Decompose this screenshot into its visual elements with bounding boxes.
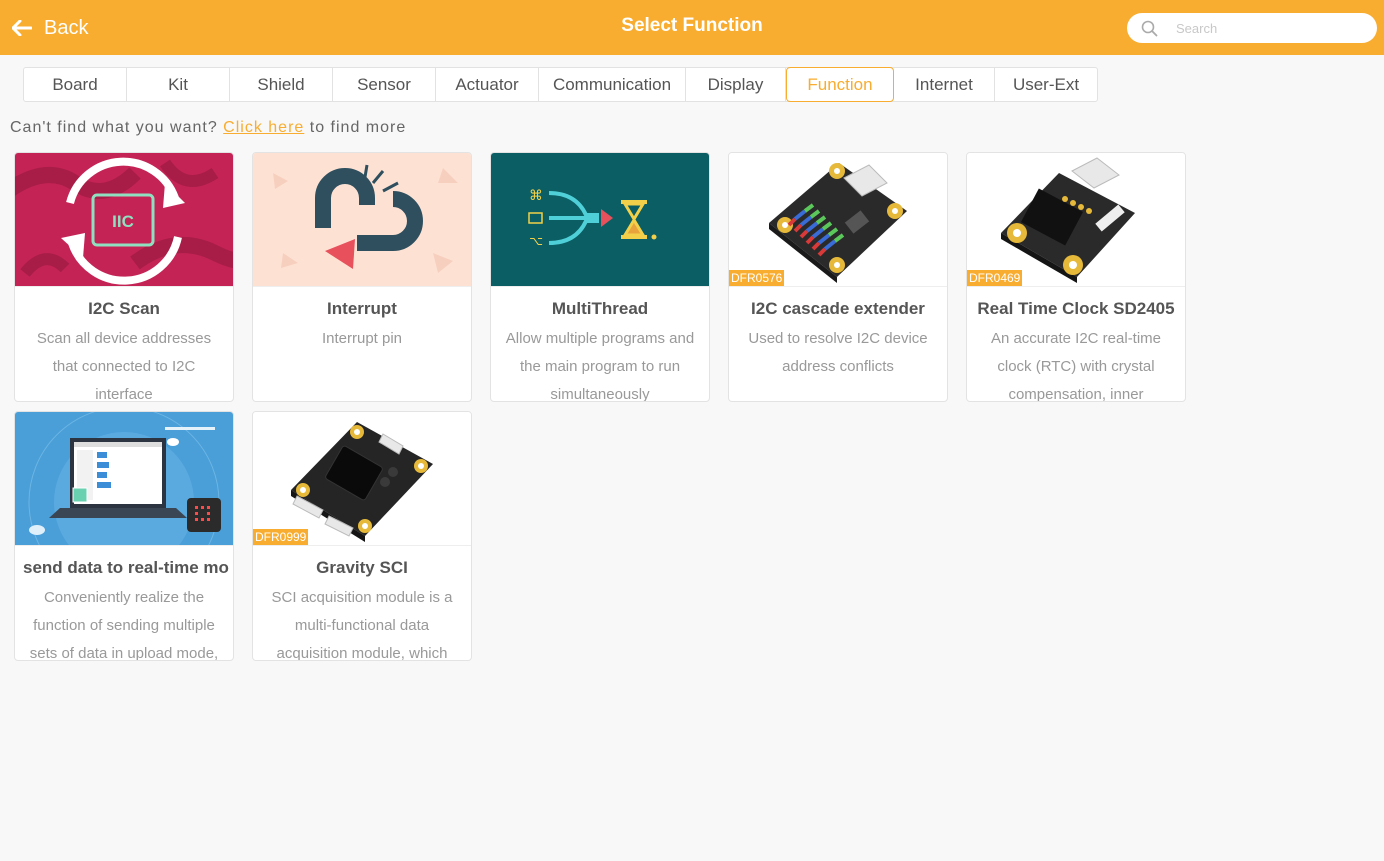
card-image: [253, 153, 471, 287]
card-description: An accurate I2C real-time clock (RTC) wi…: [990, 330, 1162, 402]
interrupt-illustration: [253, 153, 471, 286]
hint-text: Can't find what you want? Click here to …: [10, 119, 406, 137]
search-input[interactable]: [1176, 20, 1366, 36]
card-description: Conveniently realize the function of sen…: [29, 589, 219, 661]
tab-user-ext[interactable]: User-Ext: [995, 68, 1097, 101]
tab-sensor[interactable]: Sensor: [333, 68, 436, 101]
arrow-left-icon: [12, 20, 32, 36]
product-code-badge: DFR0576: [729, 270, 785, 286]
card-title: Real Time Clock SD2405: [977, 299, 1175, 318]
svg-text:IIC: IIC: [112, 212, 134, 231]
tab-internet[interactable]: Internet: [894, 68, 995, 101]
card-multithread[interactable]: ⌘ ⌥ MultiThread Allow multiple programs …: [490, 152, 710, 402]
card-title: I2C cascade extender: [751, 299, 925, 318]
card-i2c-cascade-extender[interactable]: DFR0576 I2C cascade extender Used to res…: [728, 152, 948, 402]
search-box[interactable]: [1127, 13, 1377, 43]
card-image: DFR0999: [253, 412, 471, 546]
card-real-time-clock[interactable]: DFR0469 Real Time Clock SD2405 An accura…: [966, 152, 1186, 402]
i2c-extender-board-photo: [729, 153, 947, 286]
svg-text:⌥: ⌥: [529, 234, 543, 248]
card-image: ⌘ ⌥: [491, 153, 709, 287]
card-title: send data to real-time mo: [23, 558, 229, 577]
card-title: MultiThread: [551, 299, 649, 318]
card-image: DFR0576: [729, 153, 947, 287]
category-tabs: Board Kit Shield Sensor Actuator Communi…: [23, 67, 1098, 102]
card-interrupt[interactable]: Interrupt Interrupt pin: [252, 152, 472, 402]
card-send-data-realtime[interactable]: send data to real-time mo Conveniently r…: [14, 411, 234, 661]
top-bar: Back Select Function: [0, 0, 1384, 55]
card-image: IIC: [15, 153, 233, 287]
card-description: Interrupt pin: [321, 330, 403, 347]
card-image: DFR0469: [967, 153, 1185, 287]
hint-suffix: to find more: [309, 119, 407, 136]
back-label: Back: [44, 16, 89, 39]
card-description: Scan all device addresses that connected…: [36, 330, 212, 402]
card-i2c-scan[interactable]: IIC I2C Scan Scan all device addresses t…: [14, 152, 234, 402]
card-gravity-sci[interactable]: DFR0999 Gravity SCI SCI acquisition modu…: [252, 411, 472, 661]
rtc-module-photo: [967, 153, 1185, 286]
product-code-badge: DFR0999: [253, 529, 309, 545]
card-image: [15, 412, 233, 546]
tab-board[interactable]: Board: [24, 68, 127, 101]
card-title: Gravity SCI: [316, 558, 408, 577]
tab-kit[interactable]: Kit: [127, 68, 230, 101]
tab-display[interactable]: Display: [686, 68, 786, 101]
card-title: I2C Scan: [88, 299, 160, 318]
product-code-badge: DFR0469: [967, 270, 1023, 286]
i2c-scan-illustration: IIC: [15, 153, 233, 286]
tab-shield[interactable]: Shield: [230, 68, 333, 101]
card-description: Used to resolve I2C device address confl…: [748, 330, 928, 375]
click-here-link[interactable]: Click here: [223, 119, 304, 136]
back-button[interactable]: Back: [12, 14, 88, 42]
svg-text:⌘: ⌘: [529, 188, 543, 204]
hint-prefix: Can't find what you want?: [10, 119, 218, 136]
card-description: Allow multiple programs and the main pro…: [505, 330, 695, 402]
card-description: SCI acquisition module is a multi-functi…: [271, 589, 453, 661]
laptop-microbit-illustration: [15, 412, 233, 545]
tab-communication[interactable]: Communication: [539, 68, 686, 101]
search-icon: [1141, 20, 1158, 36]
tab-function[interactable]: Function: [786, 67, 894, 102]
tab-actuator[interactable]: Actuator: [436, 68, 539, 101]
card-title: Interrupt: [327, 299, 397, 318]
sci-module-photo: [253, 412, 471, 545]
multithread-illustration: ⌘ ⌥: [491, 153, 709, 286]
